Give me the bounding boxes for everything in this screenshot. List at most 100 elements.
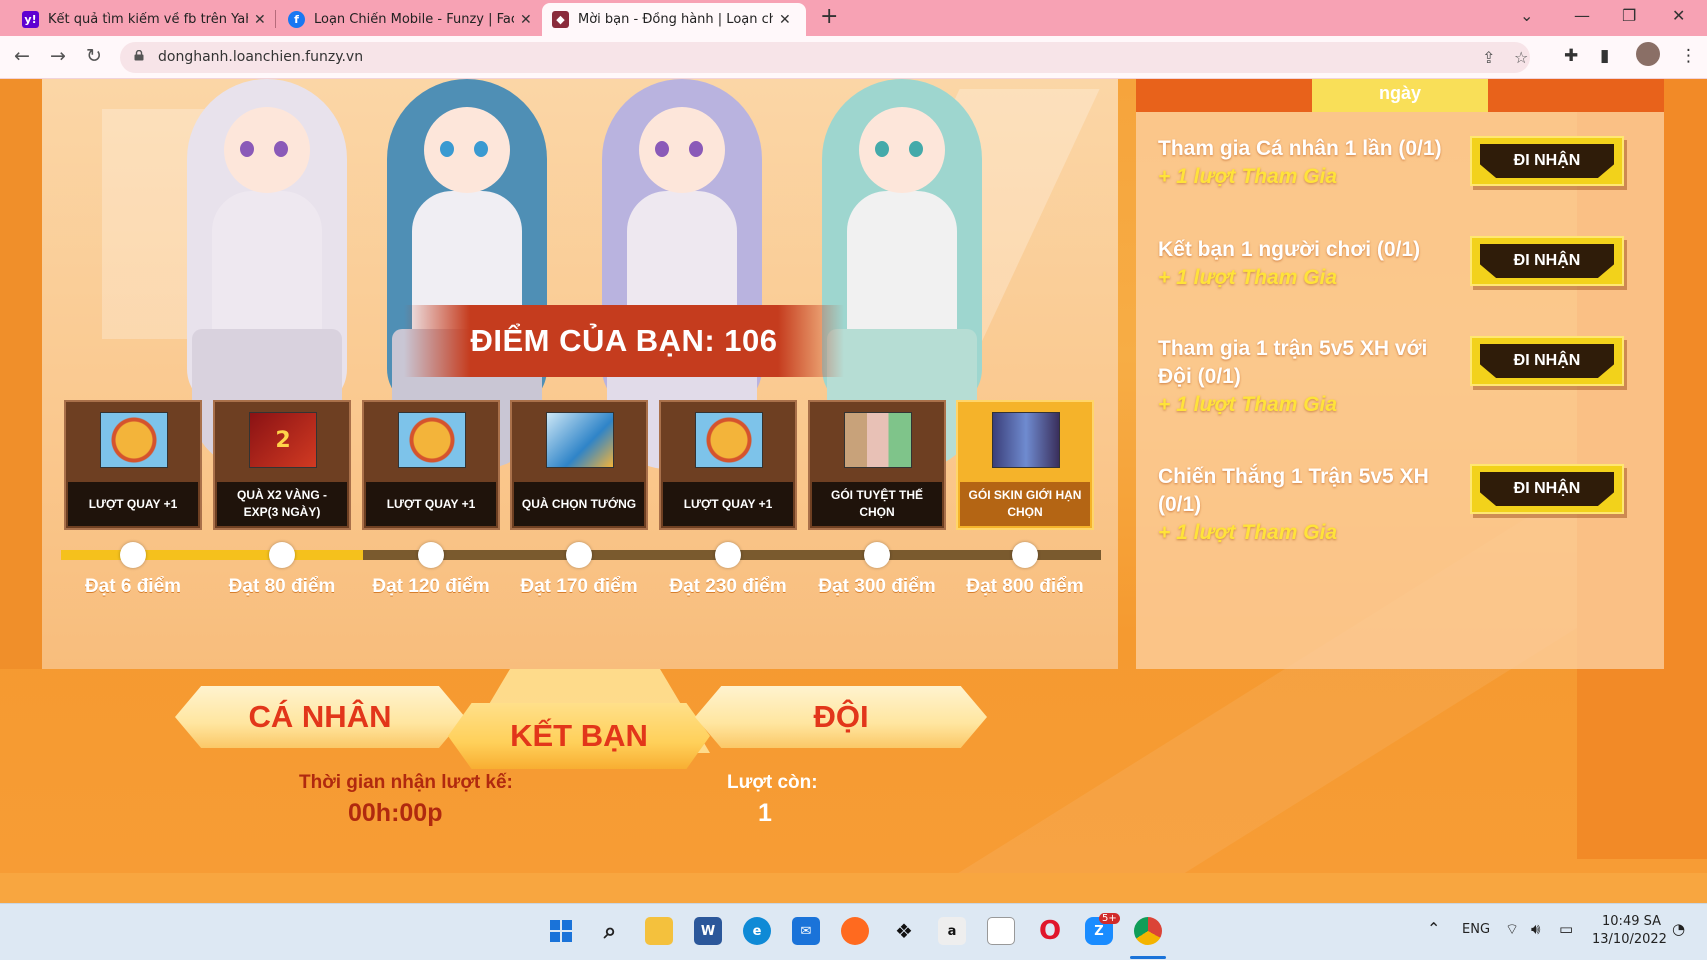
milestone-label: Đạt 170 điểm (520, 576, 638, 597)
omnibox[interactable]: donghanh.loanchien.funzy.vn ⇪ ☆ (120, 42, 1530, 73)
yahoo-icon: y! (22, 11, 39, 28)
volume-icon[interactable]: 🔊︎ (1531, 920, 1540, 938)
bg-side (0, 79, 42, 669)
file-explorer-icon[interactable] (645, 917, 673, 945)
battery-icon[interactable]: ▭ (1559, 920, 1573, 938)
task-title: Kết bạn 1 người chơi (0/1) (1158, 238, 1421, 261)
milestone-label: Đạt 6 điểm (84, 576, 182, 597)
claim-button[interactable]: ĐI NHẬN (1470, 336, 1624, 386)
score-banner: ĐIỂM CỦA BẠN: 106 (404, 305, 844, 377)
reward-label: LƯỢT QUAY +1 (68, 482, 198, 526)
milestone-dot (715, 542, 741, 568)
side-panel-icon[interactable]: ▮ (1600, 46, 1609, 66)
mode-ca-nhan-button[interactable]: CÁ NHÂN (175, 686, 465, 748)
amazon-icon[interactable]: a (938, 917, 966, 945)
clock-date[interactable]: 13/10/2022 (1592, 932, 1667, 947)
task-reward: + 1 lượt Tham Gia (1158, 165, 1338, 188)
word-icon[interactable]: W (694, 917, 722, 945)
reward-card[interactable]: GÓI SKIN GIỚI HẠN CHỌN (956, 400, 1094, 530)
language-indicator[interactable]: ENG (1462, 922, 1490, 937)
mode-doi-button[interactable]: ĐỘI (695, 686, 987, 748)
rewards-panel: ĐIỂM CỦA BẠN: 106 LƯỢT QUAY +1 2 QUÀ X2 … (42, 79, 1118, 669)
close-icon[interactable]: ✕ (779, 12, 791, 28)
claim-button-label: ĐI NHẬN (1480, 144, 1614, 178)
forward-icon[interactable]: → (50, 45, 66, 67)
close-icon[interactable]: ✕ (254, 12, 266, 28)
reward-card[interactable]: QUÀ CHỌN TƯỚNG (510, 400, 648, 530)
tab-task-daily[interactable]: ngày (1312, 79, 1488, 112)
next-turn-label: Thời gian nhận lượt kế: (299, 772, 513, 793)
firefox-icon[interactable] (841, 917, 869, 945)
progress-fill (61, 550, 363, 560)
chrome-icon[interactable] (1134, 917, 1162, 945)
tab-title: Mời bạn - Đồng hành | Loạn chiế (578, 12, 773, 27)
task-reward: + 1 lượt Tham Gia (1158, 521, 1338, 544)
menu-icon[interactable]: ⋮ (1680, 46, 1697, 66)
document-icon[interactable] (987, 917, 1015, 945)
clock-time[interactable]: 10:49 SA (1596, 914, 1661, 929)
restore-icon[interactable]: ❐ (1622, 6, 1636, 25)
milestone-dot (566, 542, 592, 568)
chevron-up-icon[interactable]: ⌃ (1427, 919, 1440, 938)
reward-card[interactable]: LƯỢT QUAY +1 (362, 400, 500, 530)
turns-left-label: Lượt còn: (727, 772, 818, 793)
lock-icon (134, 50, 144, 61)
back-icon[interactable]: ← (14, 45, 30, 67)
claim-button[interactable]: ĐI NHẬN (1470, 464, 1624, 514)
wifi-icon[interactable]: ⌔ (1505, 920, 1519, 939)
avatar[interactable] (1636, 42, 1660, 66)
share-icon[interactable]: ⇪ (1482, 48, 1495, 67)
tab-task-left[interactable] (1136, 79, 1312, 112)
milestone-dot (864, 542, 890, 568)
milestone-label: Đạt 80 điểm (228, 576, 336, 597)
close-icon[interactable]: ✕ (520, 12, 532, 28)
reward-card[interactable]: LƯỢT QUAY +1 (659, 400, 797, 530)
search-icon[interactable]: ⌕ (596, 917, 624, 945)
chest-icon (546, 412, 614, 468)
windows-taskbar: ⌕ W e ✉ ❖ a O Z 5+ ⌃ ENG ⌔ 🔊︎ ▭ 10:49 SA… (0, 903, 1707, 960)
game-icon: ◆ (552, 11, 569, 28)
milestone-label: Đạt 120 điểm (372, 576, 490, 597)
wheel-icon (100, 412, 168, 468)
new-tab-button[interactable]: + (820, 4, 838, 29)
tab-yahoo[interactable]: y! Kết quả tìm kiếm về fb trên Yaho ✕ (12, 3, 276, 36)
tab-title: Kết quả tìm kiếm về fb trên Yaho (48, 12, 248, 27)
tab-facebook[interactable]: f Loạn Chiến Mobile - Funzy | Face ✕ (278, 3, 542, 36)
tasks-panel: ngày Tham gia Cá nhân 1 lần (0/1) + 1 lư… (1136, 79, 1664, 669)
star-icon[interactable]: ☆ (1514, 48, 1528, 67)
edge-icon[interactable]: e (743, 917, 771, 945)
dropbox-icon[interactable]: ❖ (890, 917, 918, 945)
task-title: Chiến Thắng 1 Trận 5v5 XH (0/1) (1158, 465, 1429, 516)
opera-icon[interactable]: O (1036, 916, 1064, 946)
milestone-label: Đạt 800 điểm (966, 576, 1084, 597)
tab-donghanh[interactable]: ◆ Mời bạn - Đồng hành | Loạn chiế ✕ (542, 3, 806, 36)
reward-label: LƯỢT QUAY +1 (366, 482, 496, 526)
tab-task-right[interactable] (1488, 79, 1664, 112)
task-reward: + 1 lượt Tham Gia (1158, 393, 1338, 416)
extensions-icon[interactable]: ✚ (1564, 46, 1578, 66)
milestone-dot (120, 542, 146, 568)
claim-button[interactable]: ĐI NHẬN (1470, 236, 1624, 286)
minimize-icon[interactable]: — (1574, 6, 1590, 25)
tab-separator (275, 10, 276, 28)
reward-card[interactable]: GÓI TUYỆT THẾ CHỌN (808, 400, 946, 530)
reward-card[interactable]: 2 QUÀ X2 VÀNG - EXP(3 NGÀY) (213, 400, 351, 530)
mode-ket-ban-button[interactable]: KẾT BẠN (448, 703, 710, 769)
turns-left-value: 1 (758, 799, 772, 827)
reload-icon[interactable]: ↻ (86, 45, 102, 67)
reward-label: QUÀ X2 VÀNG - EXP(3 NGÀY) (217, 482, 347, 526)
close-window-icon[interactable]: ✕ (1672, 6, 1685, 25)
hero-pack-icon (844, 412, 912, 468)
task-reward: + 1 lượt Tham Gia (1158, 266, 1338, 289)
reward-card[interactable]: LƯỢT QUAY +1 (64, 400, 202, 530)
next-turn-value: 00h:00p (348, 799, 443, 827)
notification-icon[interactable]: ◔ (1672, 920, 1685, 938)
address-bar-row: ← → ↻ donghanh.loanchien.funzy.vn ⇪ ☆ ✚ … (0, 36, 1707, 79)
gold-x2-icon: 2 (249, 412, 317, 468)
score-text: ĐIỂM CỦA BẠN: 106 (470, 323, 778, 358)
mail-icon[interactable]: ✉ (792, 917, 820, 945)
start-icon[interactable] (547, 917, 575, 945)
claim-button-label: ĐI NHẬN (1480, 344, 1614, 378)
chevron-down-icon[interactable]: ⌄ (1520, 6, 1533, 25)
claim-button[interactable]: ĐI NHẬN (1470, 136, 1624, 186)
